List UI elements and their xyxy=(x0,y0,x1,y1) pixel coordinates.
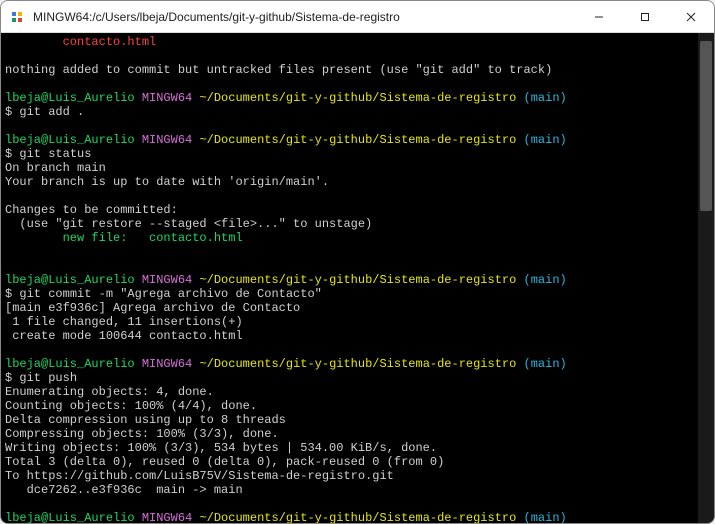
window-controls xyxy=(576,1,714,32)
prompt-env: MINGW64 xyxy=(142,511,192,523)
output-line: dce7262..e3f936c main -> main xyxy=(5,483,243,497)
minimize-button[interactable] xyxy=(576,1,622,32)
output-line: contacto.html xyxy=(5,35,156,49)
output-line: Writing objects: 100% (3/3), 534 bytes |… xyxy=(5,441,437,455)
output-line: nothing added to commit but untracked fi… xyxy=(5,63,552,77)
output-line: [main e3f936c] Agrega archivo de Contact… xyxy=(5,301,300,315)
prompt-user: lbeja@Luis_Aurelio xyxy=(5,133,135,147)
prompt-branch: (main) xyxy=(524,91,567,105)
prompt-path: ~/Documents/git-y-github/Sistema-de-regi… xyxy=(199,357,516,371)
output-line: new file: contacto.html xyxy=(5,231,243,245)
output-line: 1 file changed, 11 insertions(+) xyxy=(5,315,243,329)
prompt-branch: (main) xyxy=(524,133,567,147)
prompt-user: lbeja@Luis_Aurelio xyxy=(5,273,135,287)
output-line: (use "git restore --staged <file>..." to… xyxy=(5,217,372,231)
prompt-sigil: $ xyxy=(5,105,12,119)
prompt-branch: (main) xyxy=(524,511,567,523)
prompt-path: ~/Documents/git-y-github/Sistema-de-regi… xyxy=(199,511,516,523)
prompt-branch: (main) xyxy=(524,357,567,371)
terminal-container: contacto.html nothing added to commit bu… xyxy=(1,33,714,523)
output-line: create mode 100644 contacto.html xyxy=(5,329,243,343)
scrollbar-thumb[interactable] xyxy=(700,41,712,211)
prompt-env: MINGW64 xyxy=(142,273,192,287)
output-line: Total 3 (delta 0), reused 0 (delta 0), p… xyxy=(5,455,444,469)
prompt-branch: (main) xyxy=(524,273,567,287)
maximize-button[interactable] xyxy=(622,1,668,32)
cmd-line: git add . xyxy=(19,105,84,119)
titlebar[interactable]: MINGW64:/c/Users/lbeja/Documents/git-y-g… xyxy=(1,1,714,33)
output-line: To https://github.com/LuisB75V/Sistema-d… xyxy=(5,469,394,483)
cmd-line: git commit -m "Agrega archivo de Contact… xyxy=(19,287,321,301)
scrollbar[interactable] xyxy=(698,33,714,523)
output-line: Your branch is up to date with 'origin/m… xyxy=(5,175,329,189)
output-line: Changes to be committed: xyxy=(5,203,178,217)
output-line: Enumerating objects: 4, done. xyxy=(5,385,214,399)
prompt-path: ~/Documents/git-y-github/Sistema-de-regi… xyxy=(199,273,516,287)
close-button[interactable] xyxy=(668,1,714,32)
app-window: MINGW64:/c/Users/lbeja/Documents/git-y-g… xyxy=(0,0,715,524)
output-line: On branch main xyxy=(5,161,106,175)
output-line: Delta compression using up to 8 threads xyxy=(5,413,286,427)
prompt-path: ~/Documents/git-y-github/Sistema-de-regi… xyxy=(199,133,516,147)
prompt-env: MINGW64 xyxy=(142,91,192,105)
prompt-path: ~/Documents/git-y-github/Sistema-de-regi… xyxy=(199,91,516,105)
output-line: Counting objects: 100% (4/4), done. xyxy=(5,399,257,413)
cmd-line: git status xyxy=(19,147,91,161)
window-title: MINGW64:/c/Users/lbeja/Documents/git-y-g… xyxy=(33,10,576,24)
app-icon xyxy=(9,9,25,25)
prompt-user: lbeja@Luis_Aurelio xyxy=(5,357,135,371)
prompt-user: lbeja@Luis_Aurelio xyxy=(5,91,135,105)
cmd-line: git push xyxy=(19,371,77,385)
prompt-sigil: $ xyxy=(5,371,12,385)
prompt-env: MINGW64 xyxy=(142,357,192,371)
prompt-user: lbeja@Luis_Aurelio xyxy=(5,511,135,523)
prompt-sigil: $ xyxy=(5,287,12,301)
prompt-env: MINGW64 xyxy=(142,133,192,147)
terminal[interactable]: contacto.html nothing added to commit bu… xyxy=(1,33,698,523)
output-line: Compressing objects: 100% (3/3), done. xyxy=(5,427,279,441)
prompt-sigil: $ xyxy=(5,147,12,161)
